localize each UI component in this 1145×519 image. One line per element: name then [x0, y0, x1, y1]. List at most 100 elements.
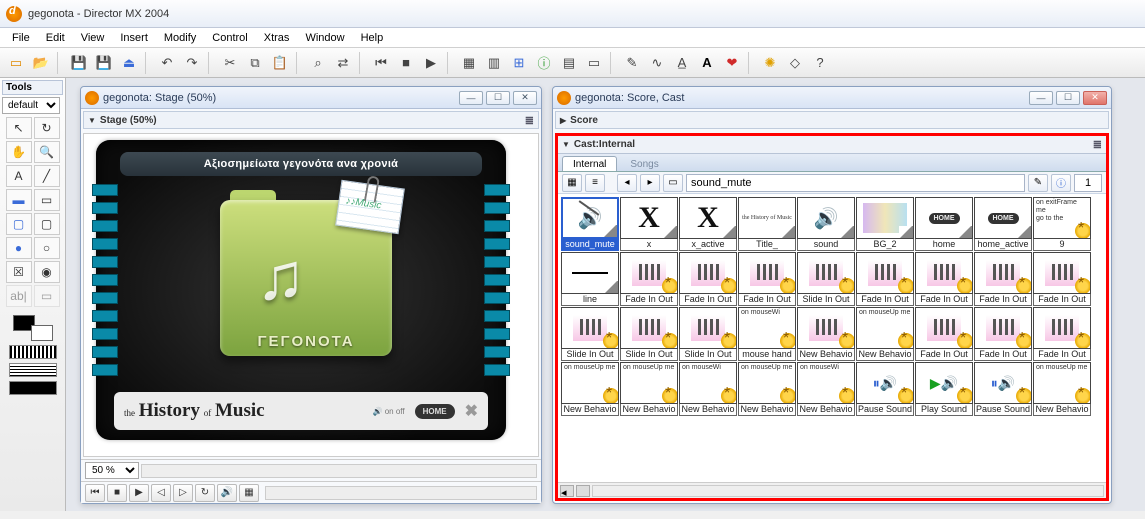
menu-modify[interactable]: Modify	[156, 30, 204, 46]
sprite-handle[interactable]	[484, 274, 510, 286]
cast-member[interactable]: on mouseUp meNew Behavio	[1033, 362, 1091, 416]
magnify-tool[interactable]: 🔍	[34, 141, 60, 163]
menu-view[interactable]: View	[73, 30, 113, 46]
selected-only-icon[interactable]: ▦	[239, 484, 259, 502]
play-button[interactable]: ▶	[419, 51, 443, 75]
library-button[interactable]: ◇	[783, 51, 807, 75]
shockwave-button[interactable]: ❤	[720, 51, 744, 75]
menu-file[interactable]: File	[4, 30, 38, 46]
close-x-button[interactable]: ✖	[465, 401, 478, 421]
score-window-button[interactable]: ⊞	[507, 51, 531, 75]
cast-member[interactable]: ▶🔊Play Sound	[915, 362, 973, 416]
sprite-handle[interactable]	[484, 310, 510, 322]
cast-member[interactable]: Slide In Out	[620, 307, 678, 361]
cast-member[interactable]: Slide In Out	[561, 307, 619, 361]
cast-window-button[interactable]: ▥	[482, 51, 506, 75]
sprite-handle[interactable]	[484, 328, 510, 340]
thumbnail-view-button[interactable]: ▦	[562, 174, 582, 192]
cast-member[interactable]: Fade In Out	[1033, 252, 1091, 306]
cast-member[interactable]: on mouseWiNew Behavio	[679, 362, 737, 416]
behavior-button[interactable]: ✺	[758, 51, 782, 75]
checkbox-tool[interactable]: ☒	[6, 261, 32, 283]
menu-insert[interactable]: Insert	[112, 30, 156, 46]
text-tool[interactable]: A	[6, 165, 32, 187]
redo-button[interactable]: ↷	[180, 51, 204, 75]
close-button[interactable]: ✕	[1083, 91, 1107, 105]
filled-ellipse-tool[interactable]: ●	[6, 237, 32, 259]
cast-member[interactable]: on mouseUp meNew Behavio	[738, 362, 796, 416]
sound-toggle[interactable]: 🔊 on off	[373, 407, 405, 416]
color-swatches[interactable]	[13, 315, 53, 341]
cast-member[interactable]: on mouseWiNew Behavio	[797, 362, 855, 416]
sprite-handle[interactable]	[92, 364, 118, 376]
menu-help[interactable]: Help	[353, 30, 392, 46]
cast-member[interactable]: New Behavio	[797, 307, 855, 361]
sprite-handle[interactable]	[484, 364, 510, 376]
rewind-icon[interactable]: ⏮	[85, 484, 105, 502]
help-button[interactable]: ?	[808, 51, 832, 75]
zoom-select[interactable]: 50 %	[85, 462, 139, 479]
maximize-button[interactable]: ☐	[486, 91, 510, 105]
h-scrollbar[interactable]	[141, 464, 537, 478]
paint-button[interactable]: ✎	[620, 51, 644, 75]
score-cast-titlebar[interactable]: gegonota: Score, Cast — ☐ ✕	[553, 87, 1111, 109]
stage-panel-header[interactable]: ▼ Stage (50%) ≣	[83, 111, 539, 129]
filled-rect-tool[interactable]: ▬	[6, 189, 32, 211]
cast-member[interactable]: the History of MusicTitle_	[738, 197, 796, 251]
cast-info-button[interactable]: ⓘ	[1051, 174, 1071, 192]
sprite-handle[interactable]	[484, 256, 510, 268]
round-rect-tool[interactable]: ▢	[34, 213, 60, 235]
sprite-handle[interactable]	[92, 202, 118, 214]
cast-member[interactable]: Fade In Out	[620, 252, 678, 306]
sprite-handle[interactable]	[484, 346, 510, 358]
tab-internal[interactable]: Internal	[562, 156, 617, 171]
pi-window-button[interactable]: ⓘ	[532, 51, 556, 75]
frame-scrollbar[interactable]	[265, 486, 537, 500]
cast-member[interactable]: Xx	[620, 197, 678, 251]
radio-tool[interactable]: ◉	[34, 261, 60, 283]
sprite-handle[interactable]	[484, 220, 510, 232]
stop-button[interactable]: ■	[394, 51, 418, 75]
cast-member[interactable]: Fade In Out	[679, 252, 737, 306]
tab-songs[interactable]: Songs	[619, 156, 669, 171]
tools-mode-select[interactable]: default	[2, 97, 60, 114]
arrow-tool[interactable]: ↖	[6, 117, 32, 139]
cast-member[interactable]: Slide In Out	[797, 252, 855, 306]
cast-member[interactable]: Fade In Out	[1033, 307, 1091, 361]
sprite-handle[interactable]	[92, 274, 118, 286]
maximize-button[interactable]: ☐	[1056, 91, 1080, 105]
sprite-handle[interactable]	[92, 310, 118, 322]
cast-member[interactable]: HOMEhome_active	[974, 197, 1032, 251]
field-tool[interactable]: ab|	[6, 285, 32, 307]
cast-member[interactable]: Fade In Out	[915, 252, 973, 306]
cast-h-scrollbar[interactable]: ◂	[558, 482, 1106, 498]
cast-member[interactable]: HOMEhome	[915, 197, 973, 251]
menu-control[interactable]: Control	[204, 30, 255, 46]
menu-edit[interactable]: Edit	[38, 30, 73, 46]
scroll-left-icon[interactable]: ◂	[560, 485, 574, 497]
sprite-handle[interactable]	[484, 184, 510, 196]
exchange-button[interactable]: ⇄	[331, 51, 355, 75]
ellipse-tool[interactable]: ○	[34, 237, 60, 259]
pattern-b[interactable]	[9, 363, 57, 377]
paste-button[interactable]: 📋	[268, 51, 292, 75]
score-panel-header[interactable]: ▶ Score	[555, 111, 1109, 129]
cast-member[interactable]: ⏸🔊Pause Sound	[974, 362, 1032, 416]
cast-member[interactable]: on mouseUp meNew Behavio	[561, 362, 619, 416]
find-cast-button[interactable]: ⌕	[306, 51, 330, 75]
line-tool[interactable]: ╱	[34, 165, 60, 187]
cast-member[interactable]: on exitFrame me go to the9	[1033, 197, 1091, 251]
cast-member[interactable]: Xx_active	[679, 197, 737, 251]
panel-options-icon[interactable]: ≣	[525, 114, 534, 127]
rewind-button[interactable]: ⏮	[369, 51, 393, 75]
save-all-button[interactable]: 💾	[92, 51, 116, 75]
rect-tool[interactable]: ▭	[34, 189, 60, 211]
message-window-button[interactable]: ▭	[582, 51, 606, 75]
pattern-a[interactable]	[9, 345, 57, 359]
menu-window[interactable]: Window	[297, 30, 352, 46]
menu-xtras[interactable]: Xtras	[256, 30, 298, 46]
sprite-handle[interactable]	[484, 202, 510, 214]
cast-member[interactable]: Fade In Out	[915, 307, 973, 361]
stage-window-titlebar[interactable]: gegonota: Stage (50%) — ☐ ✕	[81, 87, 541, 109]
sprite-handle[interactable]	[92, 292, 118, 304]
